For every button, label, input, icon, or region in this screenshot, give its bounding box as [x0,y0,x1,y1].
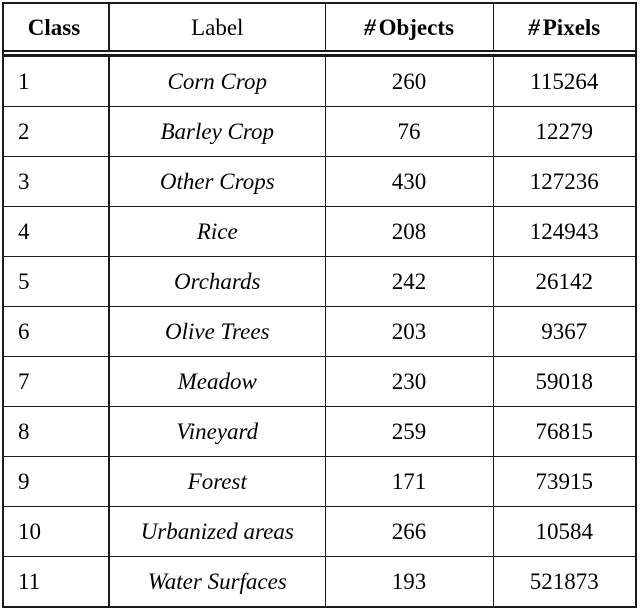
cell-objects: 203 [325,306,494,357]
cell-label: Urbanized areas [108,506,326,557]
header-row: Class Label # Objects # Pixels [3,3,636,50]
table-row: 5 Orchards 242 26142 [3,256,636,307]
table-header: Class Label # Objects # Pixels [2,3,637,57]
cell-pixels: 26142 [493,256,636,307]
cell-pixels: 73915 [493,456,636,507]
cell-objects: 208 [325,206,494,257]
cell-pixels: 76815 [493,406,636,457]
cell-objects: 230 [325,356,494,407]
cell-label: Vineyard [108,406,326,457]
table-row: 8 Vineyard 259 76815 [3,406,636,457]
column-header-pixels: # Pixels [493,3,636,50]
cell-label: Olive Trees [108,306,326,357]
cell-pixels: 127236 [493,156,636,207]
header-separator-row [2,50,637,57]
cell-class: 8 [3,406,110,457]
cell-class: 2 [3,106,110,157]
cell-class: 7 [3,356,110,407]
table-row: 7 Meadow 230 59018 [3,356,636,407]
hash-icon-objects: # [364,14,376,40]
table-row: 11 Water Surfaces 193 521873 [3,556,636,607]
cell-label: Orchards [108,256,326,307]
header-separator-cell [2,50,637,57]
cell-objects: 259 [325,406,494,457]
cell-pixels: 115264 [493,57,636,107]
table-row: 3 Other Crops 430 127236 [3,156,636,207]
cell-objects: 260 [325,57,494,107]
cell-objects: 430 [325,156,494,207]
cell-label: Meadow [108,356,326,407]
column-header-objects-text: Objects [378,14,454,40]
table-container: Class Label # Objects # Pixels 1 Corn Crop 2… [2,2,638,608]
table-row: 4 Rice 208 124943 [3,206,636,257]
cell-pixels: 9367 [493,306,636,357]
column-header-objects: # Objects [325,3,494,50]
cell-class: 4 [3,206,110,257]
table-row: 10 Urbanized areas 266 10584 [3,506,636,557]
cell-label: Barley Crop [108,106,326,157]
column-header-pixels-text: Pixels [542,14,601,40]
cell-class: 5 [3,256,110,307]
table-row: 1 Corn Crop 260 115264 [3,57,636,107]
cell-pixels: 521873 [493,556,636,607]
table-row: 6 Olive Trees 203 9367 [3,306,636,357]
cell-class: 3 [3,156,110,207]
cell-objects: 76 [325,106,494,157]
cell-pixels: 10584 [493,506,636,557]
table-row: 9 Forest 171 73915 [3,456,636,507]
column-header-class: Class [3,3,110,50]
table-body: 1 Corn Crop 260 115264 2 Barley Crop 76 12279 3 O… [3,57,636,607]
cell-label: Forest [108,456,326,507]
cell-class: 9 [3,456,110,507]
cell-pixels: 59018 [493,356,636,407]
column-header-label: Label [108,3,326,50]
cell-class: 1 [3,57,110,107]
cell-class: 10 [3,506,110,557]
header-double-rule [2,50,637,57]
cell-class: 11 [3,556,110,607]
cell-objects: 193 [325,556,494,607]
cell-pixels: 124943 [493,206,636,257]
class-label-table: Class Label # Objects # Pixels 1 Corn Crop 2… [2,2,637,608]
cell-label: Other Crops [108,156,326,207]
cell-label: Water Surfaces [108,556,326,607]
cell-objects: 266 [325,506,494,557]
hash-icon-pixels: # [528,14,540,40]
cell-label: Rice [108,206,326,257]
cell-class: 6 [3,306,110,357]
cell-objects: 171 [325,456,494,507]
cell-objects: 242 [325,256,494,307]
cell-label: Corn Crop [108,57,326,107]
cell-pixels: 12279 [493,106,636,157]
table-row: 2 Barley Crop 76 12279 [3,106,636,157]
